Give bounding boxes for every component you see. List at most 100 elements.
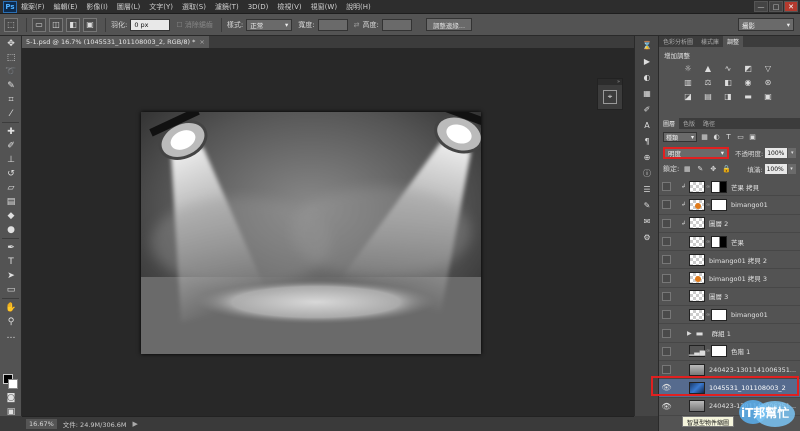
canvas-area[interactable]: » ⌖ [22, 48, 634, 416]
crop-tool-icon[interactable]: ⌗ [3, 93, 19, 106]
refine-edge-button[interactable]: 調整邊緣... [425, 18, 473, 31]
layer-row[interactable]: ↲ ∞ bimango01 [659, 196, 800, 215]
paths-icon[interactable]: ✎ [639, 199, 655, 212]
close-tab-icon[interactable]: × [199, 38, 204, 46]
layer-name[interactable]: 芒果 拷貝 [731, 182, 759, 192]
layer-name[interactable]: bimango01 拷貝 2 [709, 255, 767, 265]
shape-tool-icon[interactable]: ▭ [3, 283, 19, 296]
menu-filter[interactable]: 濾鏡(T) [215, 2, 239, 12]
collapse-icon[interactable]: » [598, 79, 622, 85]
hand-tool-icon[interactable]: ✋ [3, 301, 19, 314]
antialias-checkbox[interactable]: ☐ 消除鋸齒 [176, 20, 213, 30]
brush-tool-icon[interactable]: ✐ [3, 139, 19, 152]
feather-input[interactable]: 0 px [130, 18, 171, 31]
subtract-selection-icon[interactable]: ◧ [66, 17, 80, 32]
swatches-icon[interactable]: ▦ [639, 87, 655, 100]
tool-presets-icon[interactable]: ⚙ [639, 231, 655, 244]
screen-mode-icon[interactable]: ▣ [3, 405, 19, 418]
layer-thumbnail[interactable] [689, 363, 705, 376]
history-icon[interactable]: ⌛ [639, 39, 655, 52]
intersect-selection-icon[interactable]: ▣ [83, 17, 97, 32]
lasso-tool-icon[interactable]: ➰ [3, 65, 19, 78]
fill-input[interactable]: 100% [764, 164, 787, 174]
maximize-button[interactable]: □ [769, 1, 783, 12]
eyedropper-tool-icon[interactable]: ⁄ [3, 107, 19, 120]
layer-row[interactable]: ↲ 圖層 2 [659, 215, 800, 233]
adjustment-filter-icon[interactable]: ◐ [712, 133, 721, 142]
workspace-select[interactable]: 攝影 ▾ [738, 18, 794, 31]
levels-icon[interactable]: ▲ [701, 63, 715, 74]
layer-thumbnail[interactable] [689, 180, 705, 193]
clone-source-icon[interactable]: ⊕ [639, 151, 655, 164]
info-icon[interactable]: ⓘ [639, 167, 655, 180]
layer-row[interactable]: 240423-1301141006351... [659, 361, 800, 380]
layer-row[interactable]: bimango01 拷貝 2 [659, 251, 800, 270]
lock-transparent-icon[interactable]: ▦ [682, 164, 692, 174]
layer-name[interactable]: 群組 1 [712, 328, 731, 338]
layer-name[interactable]: 1045531_101108003_2 [709, 384, 786, 392]
visibility-toggle[interactable] [662, 291, 671, 301]
visibility-toggle[interactable] [662, 346, 671, 356]
menu-select[interactable]: 選取(S) [182, 2, 206, 12]
fill-dropdown-icon[interactable]: ▾ [787, 164, 796, 174]
blur-tool-icon[interactable]: ◆ [3, 209, 19, 222]
close-window-button[interactable]: ✕ [784, 1, 798, 12]
layer-thumbnail[interactable] [689, 198, 705, 211]
layer-row[interactable]: bimango01 拷貝 3 [659, 269, 800, 288]
visibility-toggle[interactable] [662, 255, 671, 265]
posterize-icon[interactable]: ▤ [701, 91, 715, 102]
threshold-icon[interactable]: ◨ [721, 91, 735, 102]
menu-layer[interactable]: 圖層(L) [117, 2, 140, 12]
layer-thumbnail[interactable] [689, 308, 705, 321]
smart-object-filter-icon[interactable]: ▣ [748, 133, 757, 142]
layer-name[interactable]: 圖層 2 [709, 218, 728, 228]
gradient-tool-icon[interactable]: ▤ [3, 195, 19, 208]
gradient-map-icon[interactable]: ▬ [741, 91, 755, 102]
photo-filter-icon[interactable]: ◉ [741, 77, 755, 88]
clone-stamp-tool-icon[interactable]: ⊥ [3, 153, 19, 166]
quick-mask-icon[interactable]: ◙ [3, 391, 19, 404]
tab-paths[interactable]: 路徑 [699, 118, 719, 129]
minimize-button[interactable]: — [754, 1, 768, 12]
curves-icon[interactable]: ∿ [721, 63, 735, 74]
hue-saturation-icon[interactable]: ▥ [681, 77, 695, 88]
type-tool-icon[interactable]: T [3, 255, 19, 268]
layer-name[interactable]: 240423-1301141006351... [709, 366, 796, 374]
navigator-icon[interactable]: ⌖ [603, 90, 617, 104]
visibility-toggle[interactable] [662, 310, 671, 320]
layer-name[interactable]: 色階 1 [731, 346, 750, 356]
paragraph-icon[interactable]: ¶ [639, 135, 655, 148]
height-input[interactable] [381, 18, 412, 31]
layer-thumbnail[interactable] [689, 272, 705, 285]
layer-thumbnail[interactable] [689, 253, 705, 266]
selective-color-icon[interactable]: ▣ [761, 91, 775, 102]
opacity-dropdown-icon[interactable]: ▾ [788, 148, 797, 158]
tab-styles[interactable]: 樣式庫 [697, 36, 723, 47]
path-select-tool-icon[interactable]: ➤ [3, 269, 19, 282]
pixel-filter-icon[interactable]: ▦ [700, 133, 709, 142]
layer-row[interactable]: 👁 1045531_101108003_2 [659, 379, 800, 398]
document-image[interactable] [141, 112, 481, 354]
swap-icon[interactable]: ⇄ [354, 21, 360, 29]
visibility-toggle[interactable] [662, 273, 671, 283]
layer-mask-thumbnail[interactable] [711, 345, 727, 358]
more-tools-icon[interactable]: … [3, 329, 19, 342]
layer-mask-thumbnail[interactable] [711, 308, 727, 321]
new-selection-icon[interactable]: ▭ [32, 17, 46, 32]
notes-icon[interactable]: ✉ [639, 215, 655, 228]
lock-all-icon[interactable]: 🔒 [721, 164, 731, 174]
tab-adjustments[interactable]: 調整 [723, 36, 744, 47]
character-icon[interactable]: A [639, 119, 655, 132]
layer-row[interactable]: ↲ ∞ 芒果 拷貝 [659, 178, 800, 197]
eye-icon[interactable]: 👁 [661, 402, 671, 411]
visibility-toggle[interactable] [662, 218, 671, 228]
properties-icon[interactable]: ☰ [639, 183, 655, 196]
menu-help[interactable]: 說明(H) [346, 2, 371, 12]
history-brush-tool-icon[interactable]: ↺ [3, 167, 19, 180]
layer-thumbnail[interactable] [689, 217, 705, 230]
zoom-tool-icon[interactable]: ⚲ [3, 315, 19, 328]
marquee-tool-icon[interactable]: ⬚ [3, 51, 19, 64]
menu-image[interactable]: 影像(I) [86, 2, 108, 12]
eraser-tool-icon[interactable]: ▱ [3, 181, 19, 194]
layer-mask-thumbnail[interactable] [711, 198, 727, 211]
